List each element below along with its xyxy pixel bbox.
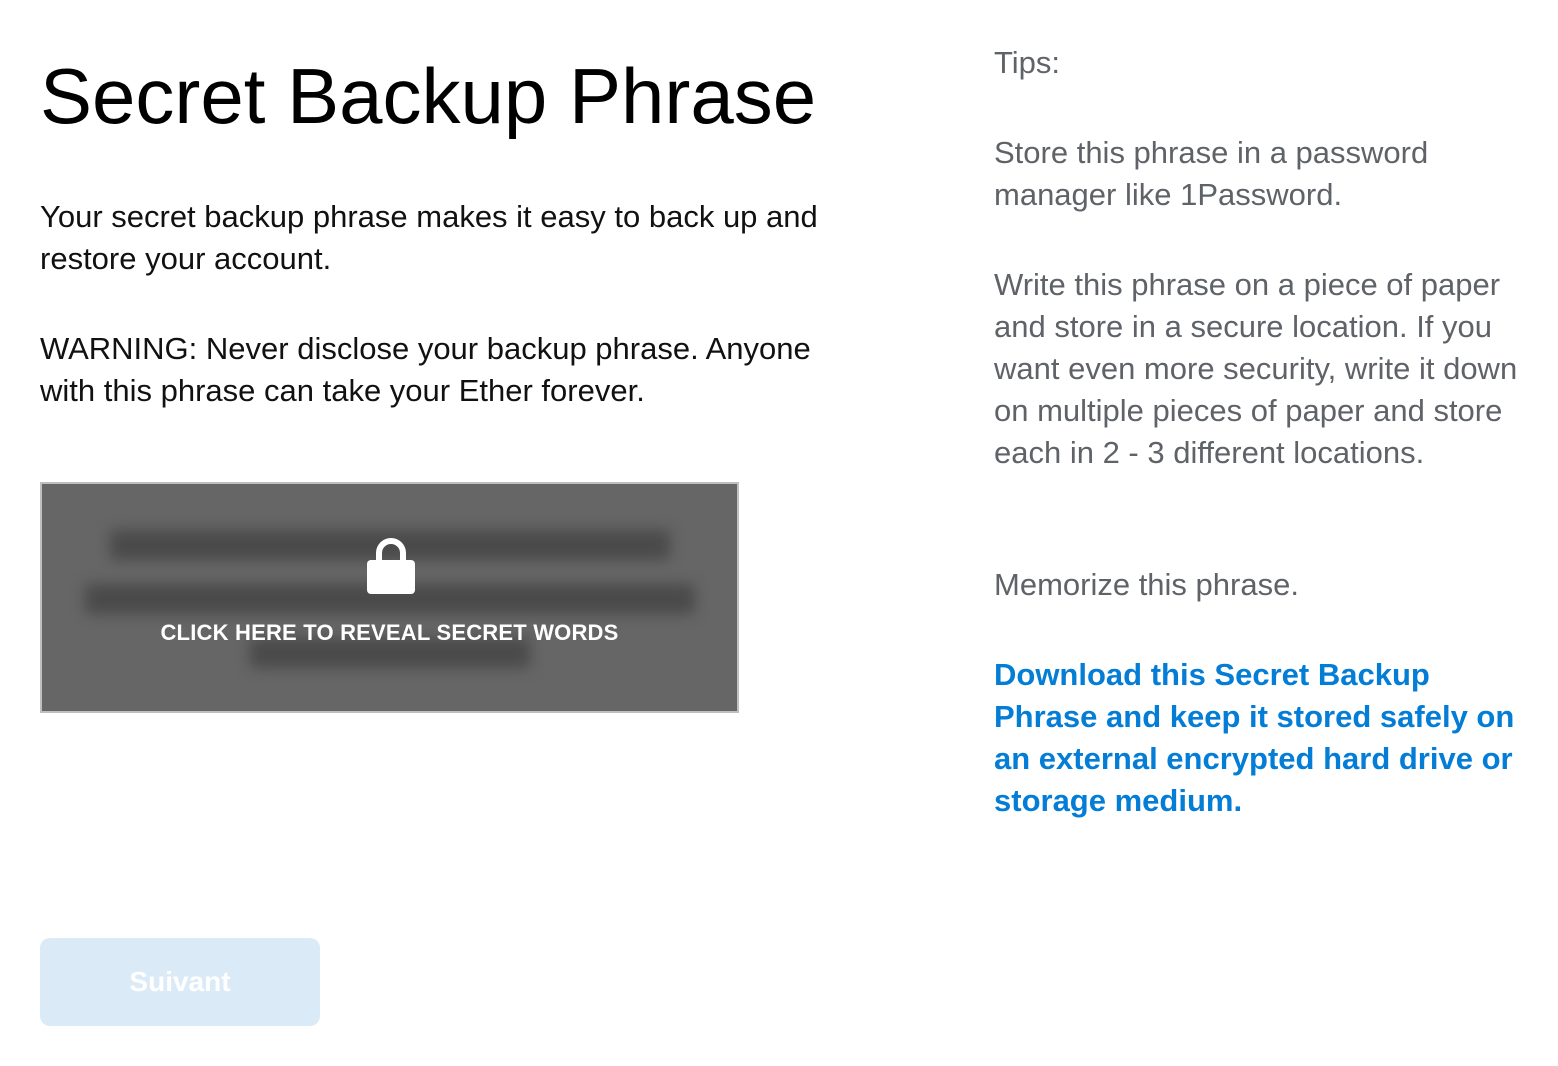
tip-memorize: Memorize this phrase. xyxy=(994,567,1299,602)
tips-title: Tips: xyxy=(994,45,1061,80)
reveal-secret-words-panel[interactable]: CLICK HERE TO REVEAL SECRET WORDS xyxy=(40,482,739,713)
download-phrase-link[interactable]: Download this Secret Backup Phrase and k… xyxy=(994,654,1534,822)
lock-icon xyxy=(367,536,415,594)
tip-password-manager: Store this phrase in a password manager … xyxy=(994,135,1429,212)
backup-warning: WARNING: Never disclose your backup phra… xyxy=(40,331,811,408)
backup-description: Your secret backup phrase makes it easy … xyxy=(40,199,818,276)
tip-write-on-paper: Write this phrase on a piece of paper an… xyxy=(994,267,1518,470)
page-title: Secret Backup Phrase xyxy=(40,52,817,140)
reveal-secret-words-label: CLICK HERE TO REVEAL SECRET WORDS xyxy=(160,620,619,645)
secret-backup-phrase-page: Secret Backup Phrase Your secret backup … xyxy=(0,0,1558,1066)
next-button[interactable]: Suivant xyxy=(40,938,320,1026)
